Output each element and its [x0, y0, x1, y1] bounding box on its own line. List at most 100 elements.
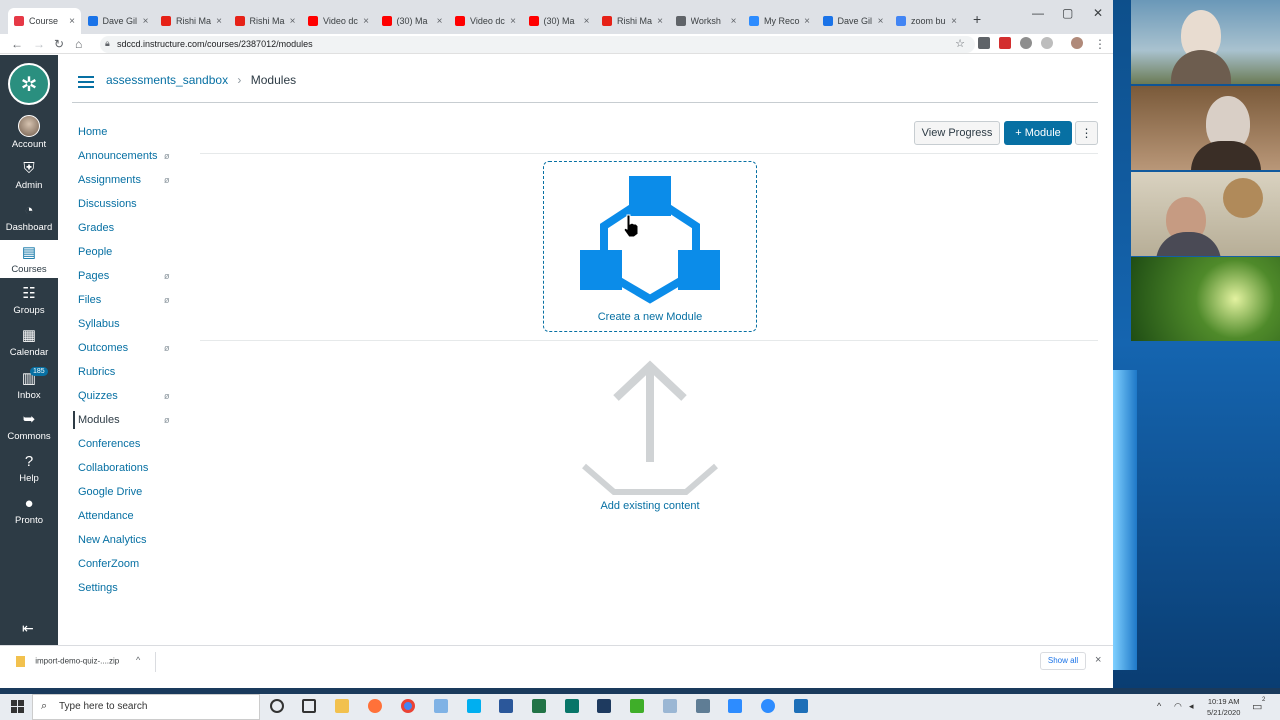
cortana-icon[interactable] — [270, 699, 284, 713]
course-nav-item[interactable]: Home — [78, 126, 178, 150]
course-nav-item[interactable]: Discussions — [78, 198, 178, 222]
new-tab-button[interactable]: + — [973, 11, 981, 27]
windows-start-button[interactable] — [11, 700, 25, 714]
course-nav-item[interactable]: Rubrics — [78, 366, 178, 390]
course-nav-item[interactable]: ConferZoom — [78, 558, 178, 582]
extension-gear-icon[interactable] — [1020, 37, 1032, 49]
extension-pdf-icon[interactable] — [999, 37, 1011, 49]
global-nav-help[interactable]: ? Help — [0, 453, 58, 484]
course-nav-item[interactable]: Settings — [78, 582, 178, 606]
course-nav-item[interactable]: Files ø — [78, 294, 178, 318]
app-icon-4[interactable] — [696, 699, 710, 713]
collapse-nav-icon[interactable]: ⇤ — [22, 620, 34, 637]
tab-close-icon[interactable]: × — [437, 16, 443, 27]
browser-tab[interactable]: zoom bu × — [890, 8, 963, 34]
tab-close-icon[interactable]: × — [804, 16, 810, 27]
course-nav-item[interactable]: Conferences — [78, 438, 178, 462]
zoom-icon[interactable] — [761, 699, 775, 713]
tab-close-icon[interactable]: × — [69, 16, 75, 27]
browser-tab[interactable]: Dave Gil × — [817, 8, 890, 34]
tray-expand-icon[interactable]: ^ — [1157, 701, 1161, 711]
course-nav-item[interactable]: Assignments ø — [78, 174, 178, 198]
tab-close-icon[interactable]: × — [363, 16, 369, 27]
camtasia-icon[interactable] — [630, 699, 644, 713]
home-icon[interactable]: ⌂ — [75, 37, 82, 51]
course-nav-item[interactable]: Syllabus — [78, 318, 178, 342]
browser-tab[interactable]: Rishi Ma × — [155, 8, 228, 34]
tab-close-icon[interactable]: × — [951, 16, 957, 27]
address-bar[interactable]: 🔒︎ sdccd.instructure.com/courses/2387012… — [100, 36, 975, 53]
network-icon[interactable]: ◠ — [1174, 701, 1182, 712]
video-participant-1[interactable] — [1131, 0, 1280, 84]
global-nav-inbox[interactable]: ▥ 185 Inbox — [0, 367, 58, 401]
browser-tab[interactable]: Video dc × — [302, 8, 375, 34]
tab-close-icon[interactable]: × — [510, 16, 516, 27]
video-participant-3[interactable] — [1131, 172, 1280, 256]
tab-close-icon[interactable]: × — [657, 16, 663, 27]
show-all-downloads-button[interactable]: Show all — [1040, 652, 1086, 670]
course-nav-item[interactable]: Outcomes ø — [78, 342, 178, 366]
chrome-menu-icon[interactable]: ⋮ — [1094, 37, 1106, 51]
chrome-icon[interactable] — [401, 699, 415, 713]
browser-tab[interactable]: Course × — [8, 8, 81, 34]
browser-tab[interactable]: Rishi Ma × — [596, 8, 669, 34]
browser-tab[interactable]: (30) Ma × — [523, 8, 596, 34]
breadcrumb-course-link[interactable]: assessments_sandbox — [106, 73, 228, 87]
course-menu-toggle[interactable] — [78, 73, 94, 91]
close-window-button[interactable]: ✕ — [1093, 6, 1103, 20]
word-icon[interactable] — [499, 699, 513, 713]
create-module-label[interactable]: Create a new Module — [543, 311, 757, 323]
course-nav-item[interactable]: Modules ø — [73, 411, 178, 438]
course-nav-item[interactable]: Grades — [78, 222, 178, 246]
video-participant-4[interactable] — [1131, 257, 1280, 341]
tab-close-icon[interactable]: × — [731, 16, 737, 27]
tab-close-icon[interactable]: × — [584, 16, 590, 27]
tab-close-icon[interactable]: × — [878, 16, 884, 27]
global-nav-pronto[interactable]: ● Pronto — [0, 495, 58, 526]
course-nav-item[interactable]: New Analytics — [78, 534, 178, 558]
close-download-bar-icon[interactable]: × — [1095, 654, 1101, 666]
course-nav-item[interactable]: Collaborations — [78, 462, 178, 486]
global-nav-groups[interactable]: ☷ Groups — [0, 285, 58, 316]
back-icon[interactable]: ← — [11, 37, 23, 51]
volume-icon[interactable]: ◂ — [1189, 701, 1194, 712]
app-icon-5[interactable] — [728, 699, 742, 713]
add-module-button[interactable]: + Module — [1004, 121, 1072, 145]
course-nav-item[interactable]: Google Drive — [78, 486, 178, 510]
file-explorer-icon[interactable] — [335, 699, 349, 713]
profile-avatar[interactable] — [1071, 37, 1083, 49]
forward-icon[interactable]: → — [33, 37, 45, 51]
browser-tab[interactable]: My Reco × — [743, 8, 816, 34]
extension-circle-icon[interactable] — [1041, 37, 1053, 49]
app-icon-1[interactable] — [434, 699, 448, 713]
publisher-icon[interactable] — [565, 699, 579, 713]
tab-close-icon[interactable]: × — [216, 16, 222, 27]
video-participant-2[interactable] — [1131, 86, 1280, 170]
course-nav-item[interactable]: People — [78, 246, 178, 270]
skype-icon[interactable] — [467, 699, 481, 713]
add-existing-content-link[interactable]: Add existing content — [543, 500, 757, 512]
app-icon-3[interactable] — [663, 699, 677, 713]
course-nav-item[interactable]: Pages ø — [78, 270, 178, 294]
firefox-icon[interactable] — [368, 699, 382, 713]
more-options-button[interactable]: ⋮ — [1075, 121, 1098, 145]
global-nav-commons[interactable]: ➥ Commons — [0, 411, 58, 442]
browser-tab[interactable]: Video dc × — [449, 8, 522, 34]
reload-icon[interactable]: ↻ — [54, 37, 64, 51]
global-nav-dashboard[interactable]: ◔ Dashboard — [0, 202, 58, 233]
app-icon-2[interactable] — [597, 699, 611, 713]
download-item[interactable]: import-demo-quiz-....zip — [16, 656, 119, 667]
action-center-icon[interactable]: ▭ — [1252, 700, 1262, 713]
institution-logo[interactable]: ✲ — [8, 63, 50, 105]
browser-tab[interactable]: Dave Gil × — [82, 8, 155, 34]
bookmark-star-icon[interactable]: ☆ — [955, 37, 965, 50]
browser-tab[interactable]: Worksh × — [670, 8, 743, 34]
task-view-icon[interactable] — [302, 699, 316, 713]
global-nav-admin[interactable]: ⛨ Admin — [0, 160, 58, 191]
snagit-icon[interactable] — [794, 699, 808, 713]
taskbar-clock[interactable]: 10:19 AM 5/21/2020 — [1207, 696, 1240, 718]
course-nav-item[interactable]: Announcements ø — [78, 150, 178, 174]
global-nav-calendar[interactable]: ▦ Calendar — [0, 327, 58, 358]
view-progress-button[interactable]: View Progress — [914, 121, 1000, 145]
tab-close-icon[interactable]: × — [143, 16, 149, 27]
